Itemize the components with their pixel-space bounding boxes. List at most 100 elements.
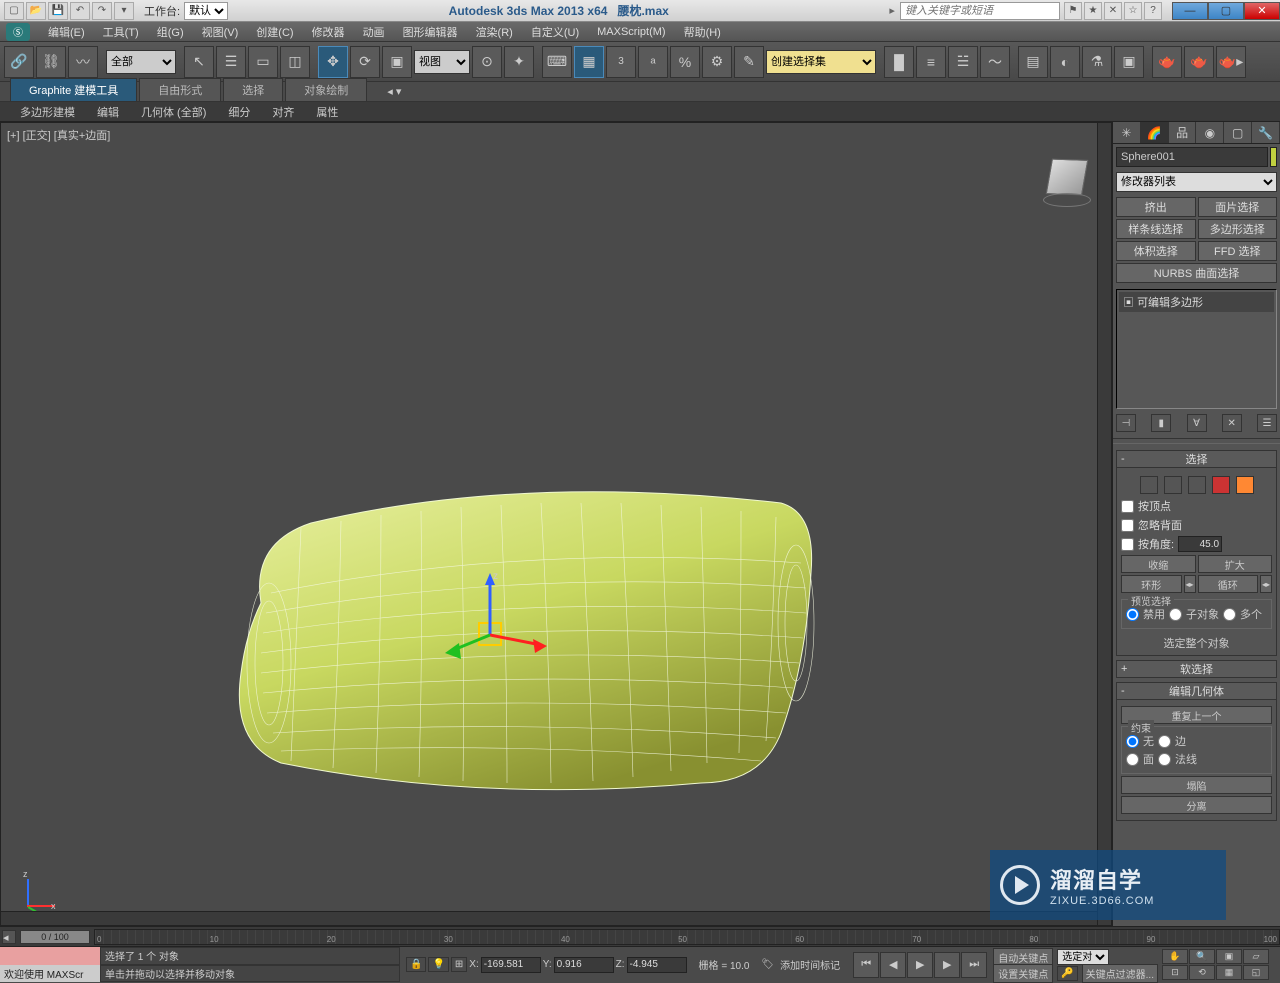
selection-filter[interactable]: 全部 [106, 50, 176, 74]
stack-item-editpoly[interactable]: ▣ 可编辑多边形 [1119, 292, 1274, 312]
close-button[interactable]: ✕ [1244, 2, 1280, 20]
unlink-icon[interactable]: ⛓ [36, 46, 66, 78]
app-menu-button[interactable]: Ⓢ [6, 23, 30, 41]
menu-modifiers[interactable]: 修改器 [304, 22, 353, 42]
scale-icon[interactable]: ▣ [382, 46, 412, 78]
tab-motion-icon[interactable]: ◉ [1196, 122, 1224, 143]
minimize-button[interactable]: — [1172, 2, 1208, 20]
angle-input[interactable] [1178, 536, 1222, 552]
snap-options-icon[interactable]: ⚙ [702, 46, 732, 78]
favorites-icon[interactable]: ☆ [1124, 2, 1142, 20]
zoom-all-icon[interactable]: ▣ [1216, 949, 1242, 964]
layers-icon[interactable]: ☱ [948, 46, 978, 78]
constraint-none-radio[interactable] [1126, 735, 1139, 748]
select-icon[interactable]: ↖ [184, 46, 214, 78]
spinner-snap-icon[interactable]: % [670, 46, 700, 78]
align-icon[interactable]: ≡ [916, 46, 946, 78]
move-icon[interactable]: ✥ [318, 46, 348, 78]
render-iter-icon[interactable]: 🫖 [1184, 46, 1214, 78]
script-listener[interactable] [0, 947, 100, 965]
next-frame-icon[interactable]: ▶ [934, 952, 960, 978]
preview-multi-radio[interactable] [1223, 608, 1236, 621]
mod-facesel[interactable]: 面片选择 [1198, 197, 1278, 217]
mod-splinesel[interactable]: 样条线选择 [1116, 219, 1196, 239]
viewport-scroll-h[interactable] [1, 911, 1097, 925]
tab-modify-icon[interactable]: 🌈 [1141, 122, 1169, 143]
mod-volsel[interactable]: 体积选择 [1116, 241, 1196, 261]
abs-rel-icon[interactable]: ⊞ [451, 957, 467, 972]
time-tag-icon[interactable]: 🏷 [761, 959, 774, 970]
ring-spinner[interactable]: ◂▸ [1184, 575, 1196, 593]
menu-group[interactable]: 组(G) [149, 22, 192, 42]
keyfilter-button[interactable]: 关键点过滤器... [1082, 964, 1158, 983]
undo-icon[interactable]: ↶ [70, 2, 90, 20]
schematic-icon[interactable]: ▤ [1018, 46, 1048, 78]
constraint-edge-radio[interactable] [1158, 735, 1171, 748]
ring-button[interactable]: 环形 [1121, 575, 1182, 593]
coord-x-input[interactable] [481, 957, 541, 973]
render-active-icon[interactable]: 🫖▸ [1216, 46, 1246, 78]
modifier-stack[interactable]: ▣ 可编辑多边形 [1116, 289, 1277, 409]
viewport-label[interactable]: [+] [正交] [真实+边面] [7, 127, 110, 143]
render-prod-icon[interactable]: 🫖 [1152, 46, 1182, 78]
viewport-scroll-v[interactable] [1097, 123, 1111, 925]
show-end-icon[interactable]: ▮ [1151, 414, 1171, 432]
mod-nurbs[interactable]: NURBS 曲面选择 [1116, 263, 1277, 283]
goto-end-icon[interactable]: ⏭ [961, 952, 987, 978]
tab-freeform[interactable]: 自由形式 [139, 78, 221, 101]
modifier-list-select[interactable]: 修改器列表 [1116, 172, 1277, 192]
shrink-button[interactable]: 收缩 [1121, 555, 1196, 573]
make-unique-icon[interactable]: ∀ [1187, 414, 1207, 432]
lock-icon[interactable]: 🔒 [406, 957, 426, 972]
timeline-config-icon[interactable]: ◂ [2, 930, 16, 944]
polygon-icon[interactable] [1212, 476, 1230, 494]
rollout-selection-header[interactable]: -选择 [1116, 450, 1277, 468]
mod-ffdsel[interactable]: FFD 选择 [1198, 241, 1278, 261]
search-input[interactable] [900, 2, 1060, 20]
render-frame-icon[interactable]: ▣ [1114, 46, 1144, 78]
help-icon[interactable]: ? [1144, 2, 1162, 20]
orbit-icon[interactable]: ⟲ [1189, 965, 1215, 980]
constraint-face-radio[interactable] [1126, 753, 1139, 766]
menu-customize[interactable]: 自定义(U) [523, 22, 587, 42]
rollout-editgeo-header[interactable]: -编辑几何体 [1116, 682, 1277, 700]
zoom-icon[interactable]: 🔍 [1189, 949, 1215, 964]
snap-toggle-icon[interactable]: ▦ [574, 46, 604, 78]
select-name-icon[interactable]: ☰ [216, 46, 246, 78]
tab-create-icon[interactable]: ✳ [1113, 122, 1141, 143]
ribbon-expand-icon[interactable]: ◂ ▾ [379, 82, 409, 101]
tab-utilities-icon[interactable]: 🔧 [1252, 122, 1280, 143]
pin-stack-icon[interactable]: ⊣ [1116, 414, 1136, 432]
loop-button[interactable]: 循环 [1198, 575, 1259, 593]
rib-edit[interactable]: 编辑 [87, 102, 129, 122]
project-icon[interactable]: ▾ [114, 2, 134, 20]
coord-z-input[interactable] [627, 957, 687, 973]
menu-create[interactable]: 创建(C) [248, 22, 301, 42]
menu-grapheditors[interactable]: 图形编辑器 [395, 22, 466, 42]
menu-rendering[interactable]: 渲染(R) [468, 22, 521, 42]
rotate-icon[interactable]: ⟳ [350, 46, 380, 78]
menu-help[interactable]: 帮助(H) [676, 22, 729, 42]
menu-edit[interactable]: 编辑(E) [40, 22, 93, 42]
play-icon[interactable]: ▶ [907, 952, 933, 978]
goto-start-icon[interactable]: ⏮ [853, 952, 879, 978]
tab-graphite[interactable]: Graphite 建模工具 [10, 78, 137, 101]
menu-tools[interactable]: 工具(T) [95, 22, 147, 42]
pan-icon[interactable]: ✋ [1162, 949, 1188, 964]
curve-editor-icon[interactable]: 〜 [980, 46, 1010, 78]
ignoreback-check[interactable] [1121, 519, 1134, 532]
new-icon[interactable]: ▢ [4, 2, 24, 20]
collapse-button[interactable]: 塌陷 [1121, 776, 1272, 794]
rib-props[interactable]: 属性 [306, 102, 348, 122]
render-setup-icon[interactable]: ⚗ [1082, 46, 1112, 78]
rib-align[interactable]: 对齐 [262, 102, 304, 122]
time-ruler[interactable]: 010 2030 4050 6070 8090 100 [94, 929, 1280, 945]
setkey-button[interactable]: 设置关键点 [993, 964, 1053, 983]
prev-frame-icon[interactable]: ◀ [880, 952, 906, 978]
preview-subobj-radio[interactable] [1169, 608, 1182, 621]
open-icon[interactable]: 📂 [26, 2, 46, 20]
configure-icon[interactable]: ☰ [1257, 414, 1277, 432]
redo-icon[interactable]: ↷ [92, 2, 112, 20]
element-icon[interactable] [1236, 476, 1254, 494]
bind-icon[interactable]: 〰 [68, 46, 98, 78]
